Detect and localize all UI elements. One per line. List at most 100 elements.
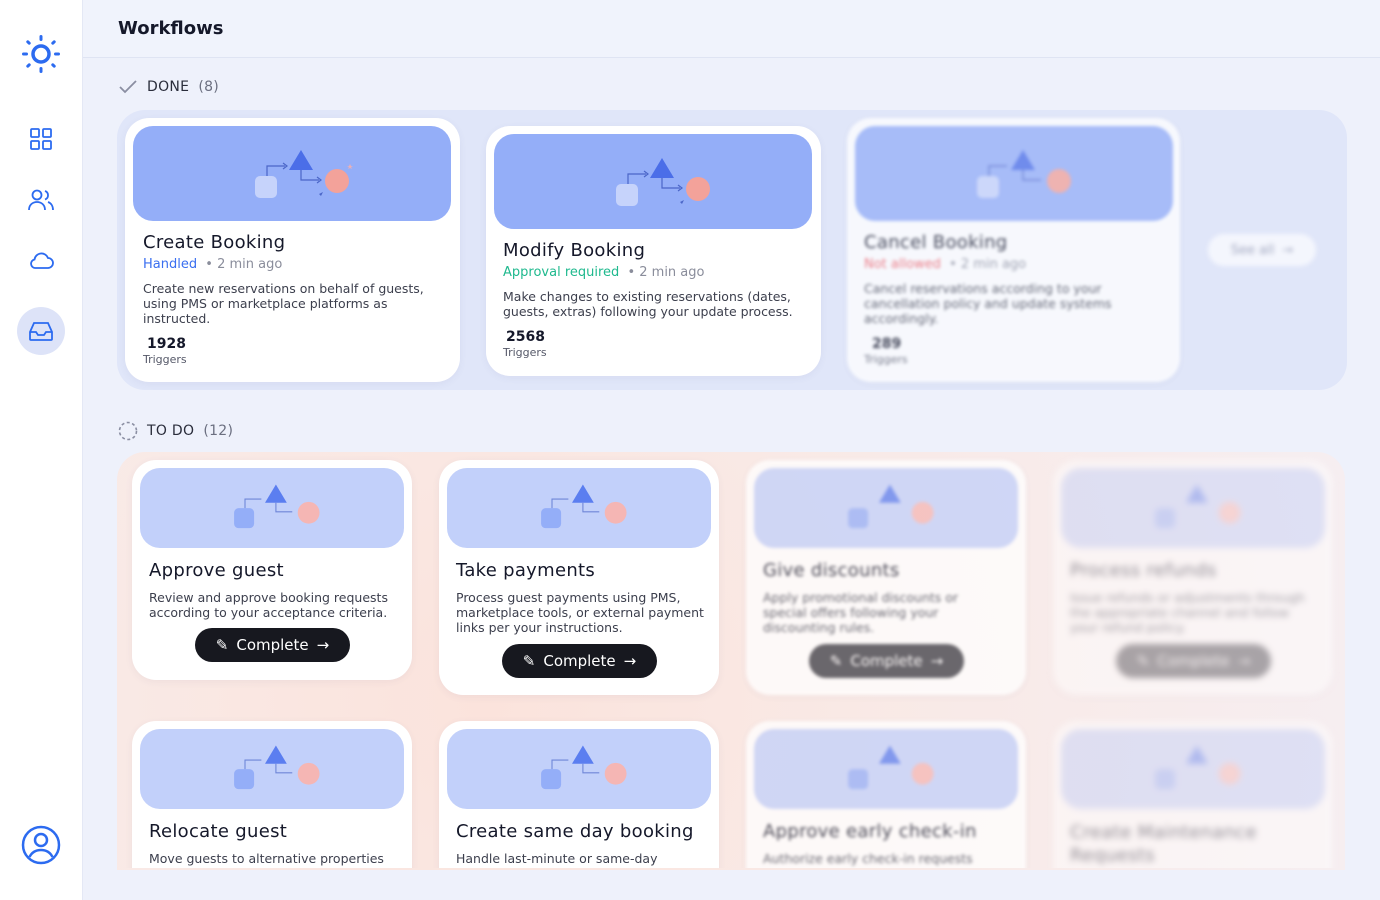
trigger-label: Triggers [503,346,547,359]
workflow-card-relocate-guest[interactable]: Relocate guest Move guests to alternativ… [132,721,412,868]
card-title: Approve early check-in [763,821,977,842]
workflow-card-process-refunds[interactable]: Process refunds Issue refunds or adjustm… [1053,460,1333,695]
card-description: Cancel reservations according to your ca… [864,281,1112,326]
check-icon [119,80,137,94]
inbox-icon [29,322,53,341]
card-title: Give discounts [763,560,900,581]
header: Workflows [83,0,1380,58]
complete-button[interactable]: ✎ Complete → [195,628,350,662]
section-count: (8) [198,79,220,95]
card-title: Process refunds [1070,560,1217,581]
sidebar [0,0,83,900]
complete-label: Complete [236,636,309,654]
card-description: Make changes to existing reservations (d… [503,289,793,319]
card-time: 2 min ago [960,257,1027,272]
workflow-card-create-maintenance-requests[interactable]: Create Maintenance Requests [1053,721,1333,868]
card-title: Cancel Booking [864,232,1008,253]
todo-row-2: Relocate guest Move guests to alternativ… [117,700,1345,868]
status-badge: Not allowed [864,257,941,272]
meta-separator: • [627,265,636,280]
trigger-count: 2568 [506,329,545,345]
workflow-illustration-icon [848,484,934,529]
card-time: 2 min ago [639,265,705,280]
nav-inbox[interactable] [17,307,65,355]
nav-cloud[interactable] [17,236,65,284]
card-description: Handle last-minute or same-day [456,851,658,866]
page-title: Workflows [118,18,224,39]
workflow-thumbnail [133,126,451,221]
card-meta: Not allowed • 2 min ago [864,257,1026,272]
workflow-illustration-icon [541,745,627,790]
workflow-thumbnail [855,126,1173,221]
workflow-illustration-icon [234,484,320,529]
arrow-right-icon: → [623,652,637,670]
card-description: Process guest payments using PMS, market… [456,590,704,635]
complete-label: Complete [850,652,923,670]
dashed-circle-icon [118,421,138,441]
card-description: Move guests to alternative properties [149,851,384,866]
card-description: Authorize early check-in requests [763,851,973,866]
grid-icon [30,128,52,150]
workflow-thumbnail [140,729,404,809]
section-title: DONE [147,79,190,95]
workflow-card-create-booking[interactable]: Create Booking Handled • 2 min ago Creat… [125,118,460,382]
status-badge: Approval required [503,265,620,280]
workflow-thumbnail [1061,468,1325,548]
trigger-label: Triggers [864,353,908,366]
complete-button[interactable]: ✎ Complete → [809,644,964,678]
workflow-illustration-icon [848,745,934,790]
arrow-right-icon: → [316,636,330,654]
see-all-button[interactable]: See all → [1208,234,1316,266]
card-title: Create same day booking [456,821,694,842]
workflow-thumbnail [754,729,1018,809]
workflow-thumbnail [447,468,711,548]
workflow-thumbnail [447,729,711,809]
workflow-thumbnail [754,468,1018,548]
card-title: Approve guest [149,560,284,581]
workflow-card-take-payments[interactable]: Take payments Process guest payments usi… [439,460,719,695]
card-meta: Handled • 2 min ago [143,257,282,272]
logo-icon[interactable] [20,33,62,75]
users-icon [28,189,54,211]
workflow-thumbnail [1061,729,1325,809]
complete-button[interactable]: ✎ Complete → [1116,644,1271,678]
workflow-thumbnail [140,468,404,548]
nav-dashboard[interactable] [17,115,65,163]
workflow-illustration-icon [616,158,710,206]
workflow-card-cancel-booking[interactable]: Cancel Booking Not allowed • 2 min ago C… [847,118,1180,382]
status-badge: Handled [143,257,198,272]
workflow-thumbnail [494,134,812,229]
card-title: Create Booking [143,232,286,253]
cloud-icon [30,252,54,269]
workflow-card-modify-booking[interactable]: Modify Booking Approval required • 2 min… [486,126,821,376]
see-all-label: See all [1230,242,1275,258]
workflow-illustration-icon [234,745,320,790]
card-time: 2 min ago [217,257,283,272]
nav-users[interactable] [17,176,65,224]
section-done-label: DONE (8) [118,79,219,95]
workflow-illustration-icon [1155,484,1241,529]
card-description: Create new reservations on behalf of gue… [143,281,424,326]
section-count: (12) [203,423,234,439]
workflow-card-approve-early-check-in[interactable]: Approve early check-in Authorize early c… [746,721,1026,868]
card-title: Relocate guest [149,821,288,842]
pencil-icon: ✎ [829,652,843,670]
card-title: Create Maintenance Requests [1070,822,1257,866]
workflow-card-approve-guest[interactable]: Approve guest Review and approve booking… [132,460,412,680]
card-title: Modify Booking [503,240,646,261]
complete-button[interactable]: ✎ Complete → [502,644,657,678]
card-description: Apply promotional discounts or special o… [763,590,959,635]
complete-label: Complete [543,652,616,670]
card-description: Review and approve booking requests acco… [149,590,388,620]
complete-label: Complete [1157,652,1230,670]
workflow-card-give-discounts[interactable]: Give discounts Apply promotional discoun… [746,460,1026,695]
pencil-icon: ✎ [215,636,229,654]
arrow-right-icon: → [1282,242,1294,258]
user-circle-icon[interactable] [20,824,62,866]
workflow-illustration-icon [255,150,353,198]
trigger-count: 289 [872,336,902,352]
arrow-right-icon: → [1237,652,1251,670]
workflow-card-create-same-day-booking[interactable]: Create same day booking Handle last-minu… [439,721,719,868]
trigger-count: 1928 [147,336,186,352]
trigger-label: Triggers [143,353,187,366]
